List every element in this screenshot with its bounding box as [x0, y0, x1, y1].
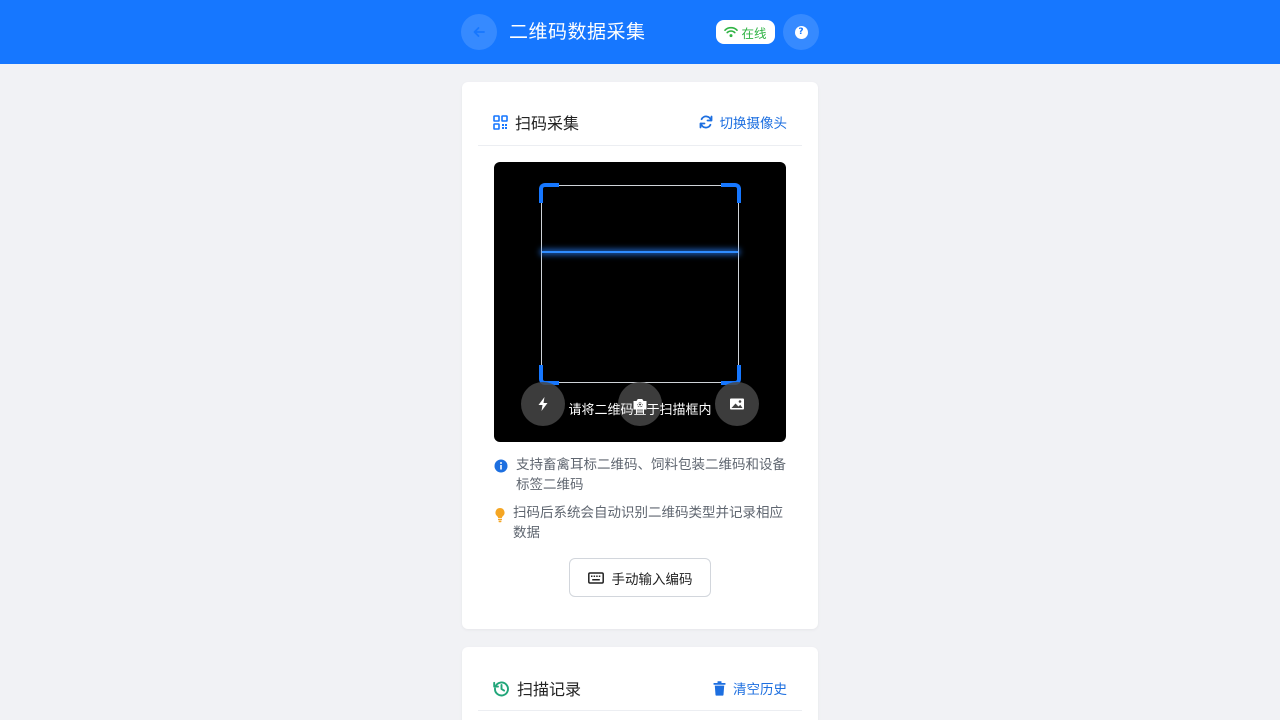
info-icon	[494, 459, 508, 473]
scan-hint: 请将二维码置于扫描框内	[568, 403, 712, 418]
manual-input-label: 手动输入编码	[611, 571, 693, 588]
refresh-icon	[699, 115, 712, 129]
clear-history-label: 清空历史	[733, 682, 787, 698]
history-card-header: 扫描记录 清空历史	[478, 647, 802, 711]
history-icon	[493, 681, 509, 696]
tips-list: 支持畜禽耳标二维码、饲料包装二维码和设备标签二维码 扫码后系统会自动识别二维码类…	[494, 455, 786, 551]
help-button[interactable]: ?	[783, 14, 819, 50]
scan-card: 扫码采集 切换摄像头 请将二维码置于扫描框内 支持畜禽耳标二维码、饲料包装二维码…	[462, 82, 818, 629]
manual-input-button[interactable]: 手动输入编码	[569, 558, 711, 597]
lightbulb-icon	[495, 508, 505, 523]
switch-camera-button[interactable]: 切换摄像头	[699, 112, 788, 132]
scan-card-header: 扫码采集 切换摄像头	[478, 82, 802, 146]
back-button[interactable]	[461, 14, 497, 50]
scan-card-title: 扫码采集	[515, 114, 580, 133]
page-title: 二维码数据采集	[509, 21, 646, 43]
top-bar: 二维码数据采集 在线 ?	[0, 0, 1280, 64]
status-label: 在线	[741, 25, 767, 41]
help-icon: ?	[794, 25, 808, 39]
frame-corner	[539, 183, 559, 203]
qrcode-icon	[493, 114, 508, 130]
history-card: 扫描记录 清空历史	[462, 647, 818, 720]
frame-corner	[721, 183, 741, 203]
trash-icon	[713, 680, 726, 696]
tip-text: 扫码后系统会自动识别二维码类型并记录相应数据	[513, 505, 783, 541]
keyboard-icon	[587, 571, 604, 584]
scan-line	[542, 251, 738, 253]
clear-history-button[interactable]: 清空历史	[713, 678, 787, 698]
scanner-view[interactable]: 请将二维码置于扫描框内	[494, 162, 786, 442]
tip-text: 支持畜禽耳标二维码、饲料包装二维码和设备标签二维码	[516, 457, 786, 493]
wifi-icon	[724, 26, 739, 38]
scan-frame	[539, 183, 741, 385]
status-badge: 在线	[716, 20, 775, 44]
tip-item: 支持畜禽耳标二维码、饲料包装二维码和设备标签二维码	[494, 455, 786, 495]
tip-item: 扫码后系统会自动识别二维码类型并记录相应数据	[494, 503, 786, 543]
arrow-left-icon	[473, 27, 485, 37]
scan-card-title-group: 扫码采集	[493, 110, 579, 134]
switch-camera-label: 切换摄像头	[719, 116, 788, 132]
history-card-title-group: 扫描记录	[493, 676, 581, 700]
history-card-title: 扫描记录	[517, 680, 582, 699]
